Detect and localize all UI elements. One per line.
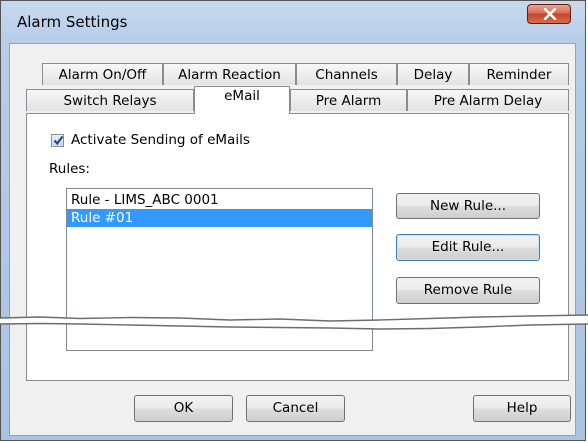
tab-channels[interactable]: Channels <box>296 63 397 85</box>
button-label: OK <box>173 400 194 416</box>
tab-reminder[interactable]: Reminder <box>469 63 569 85</box>
button-label: Remove Rule <box>423 282 513 298</box>
button-label: Edit Rule... <box>431 239 505 255</box>
tab-label: Pre Alarm <box>315 93 382 109</box>
tab-alarm-on-off[interactable]: Alarm On/Off <box>42 63 163 85</box>
title-bar[interactable]: Alarm Settings <box>1 1 585 43</box>
ok-button[interactable]: OK <box>134 395 233 422</box>
torn-edge-divider <box>0 314 588 330</box>
tab-label: Alarm Reaction <box>178 67 281 83</box>
window-title: Alarm Settings <box>17 13 128 31</box>
button-label: Cancel <box>272 400 319 416</box>
tab-pre-alarm-delay[interactable]: Pre Alarm Delay <box>407 89 569 111</box>
tab-email[interactable]: eMail <box>194 86 290 114</box>
tab-switch-relays[interactable]: Switch Relays <box>26 89 194 111</box>
tab-label: Channels <box>315 67 378 83</box>
button-label: Help <box>506 400 538 416</box>
tab-delay[interactable]: Delay <box>397 63 469 85</box>
list-item[interactable]: Rule #01 <box>67 209 372 227</box>
edit-rule-button[interactable]: Edit Rule... <box>396 234 540 261</box>
new-rule-button[interactable]: New Rule... <box>396 193 540 219</box>
close-x-icon <box>543 8 557 20</box>
close-button[interactable] <box>527 4 571 24</box>
tab-label: Delay <box>413 67 453 83</box>
tab-label: Switch Relays <box>63 93 157 109</box>
list-item[interactable]: Rule - LIMS_ABC 0001 <box>67 191 372 209</box>
tab-label: eMail <box>224 88 260 104</box>
button-label: New Rule... <box>430 198 506 214</box>
checkmark-icon <box>53 135 64 146</box>
tab-label: Pre Alarm Delay <box>433 93 543 109</box>
activate-email-checkbox[interactable] <box>51 134 64 147</box>
activate-email-label[interactable]: Activate Sending of eMails <box>71 132 250 148</box>
help-button[interactable]: Help <box>473 395 571 422</box>
rules-label: Rules: <box>49 161 90 177</box>
tab-alarm-reaction[interactable]: Alarm Reaction <box>163 63 296 85</box>
tab-label: Alarm On/Off <box>58 67 147 83</box>
tab-pre-alarm[interactable]: Pre Alarm <box>290 89 407 111</box>
cancel-button[interactable]: Cancel <box>246 395 345 422</box>
tab-label: Reminder <box>486 67 552 83</box>
